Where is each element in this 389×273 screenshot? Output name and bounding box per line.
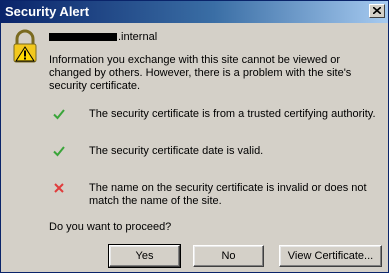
redacted-hostname [49, 33, 117, 42]
no-button[interactable]: No [193, 245, 264, 267]
view-certificate-button[interactable]: View Certificate... [279, 245, 382, 267]
site-host: .internal [49, 31, 157, 44]
close-button[interactable] [369, 4, 385, 18]
proceed-question: Do you want to proceed? [49, 221, 172, 233]
title-bar[interactable]: Security Alert [1, 1, 388, 23]
info-text: Information you exchange with this site … [49, 54, 352, 92]
dialog-title: Security Alert [5, 4, 90, 19]
check-icon [53, 146, 65, 157]
lock-warning-icon [13, 29, 37, 63]
check-item-name-mismatch: The name on the security certificate is … [89, 182, 367, 207]
close-icon [373, 7, 381, 14]
check-item-date: The security certificate date is valid. [89, 145, 264, 157]
yes-button[interactable]: Yes [108, 244, 181, 268]
check-item-trusted: The security certificate is from a trust… [89, 108, 376, 120]
security-alert-dialog: Security Alert .internal Information you… [0, 0, 389, 273]
x-icon [54, 183, 64, 193]
check-icon [53, 109, 65, 120]
host-suffix: .internal [118, 31, 158, 43]
